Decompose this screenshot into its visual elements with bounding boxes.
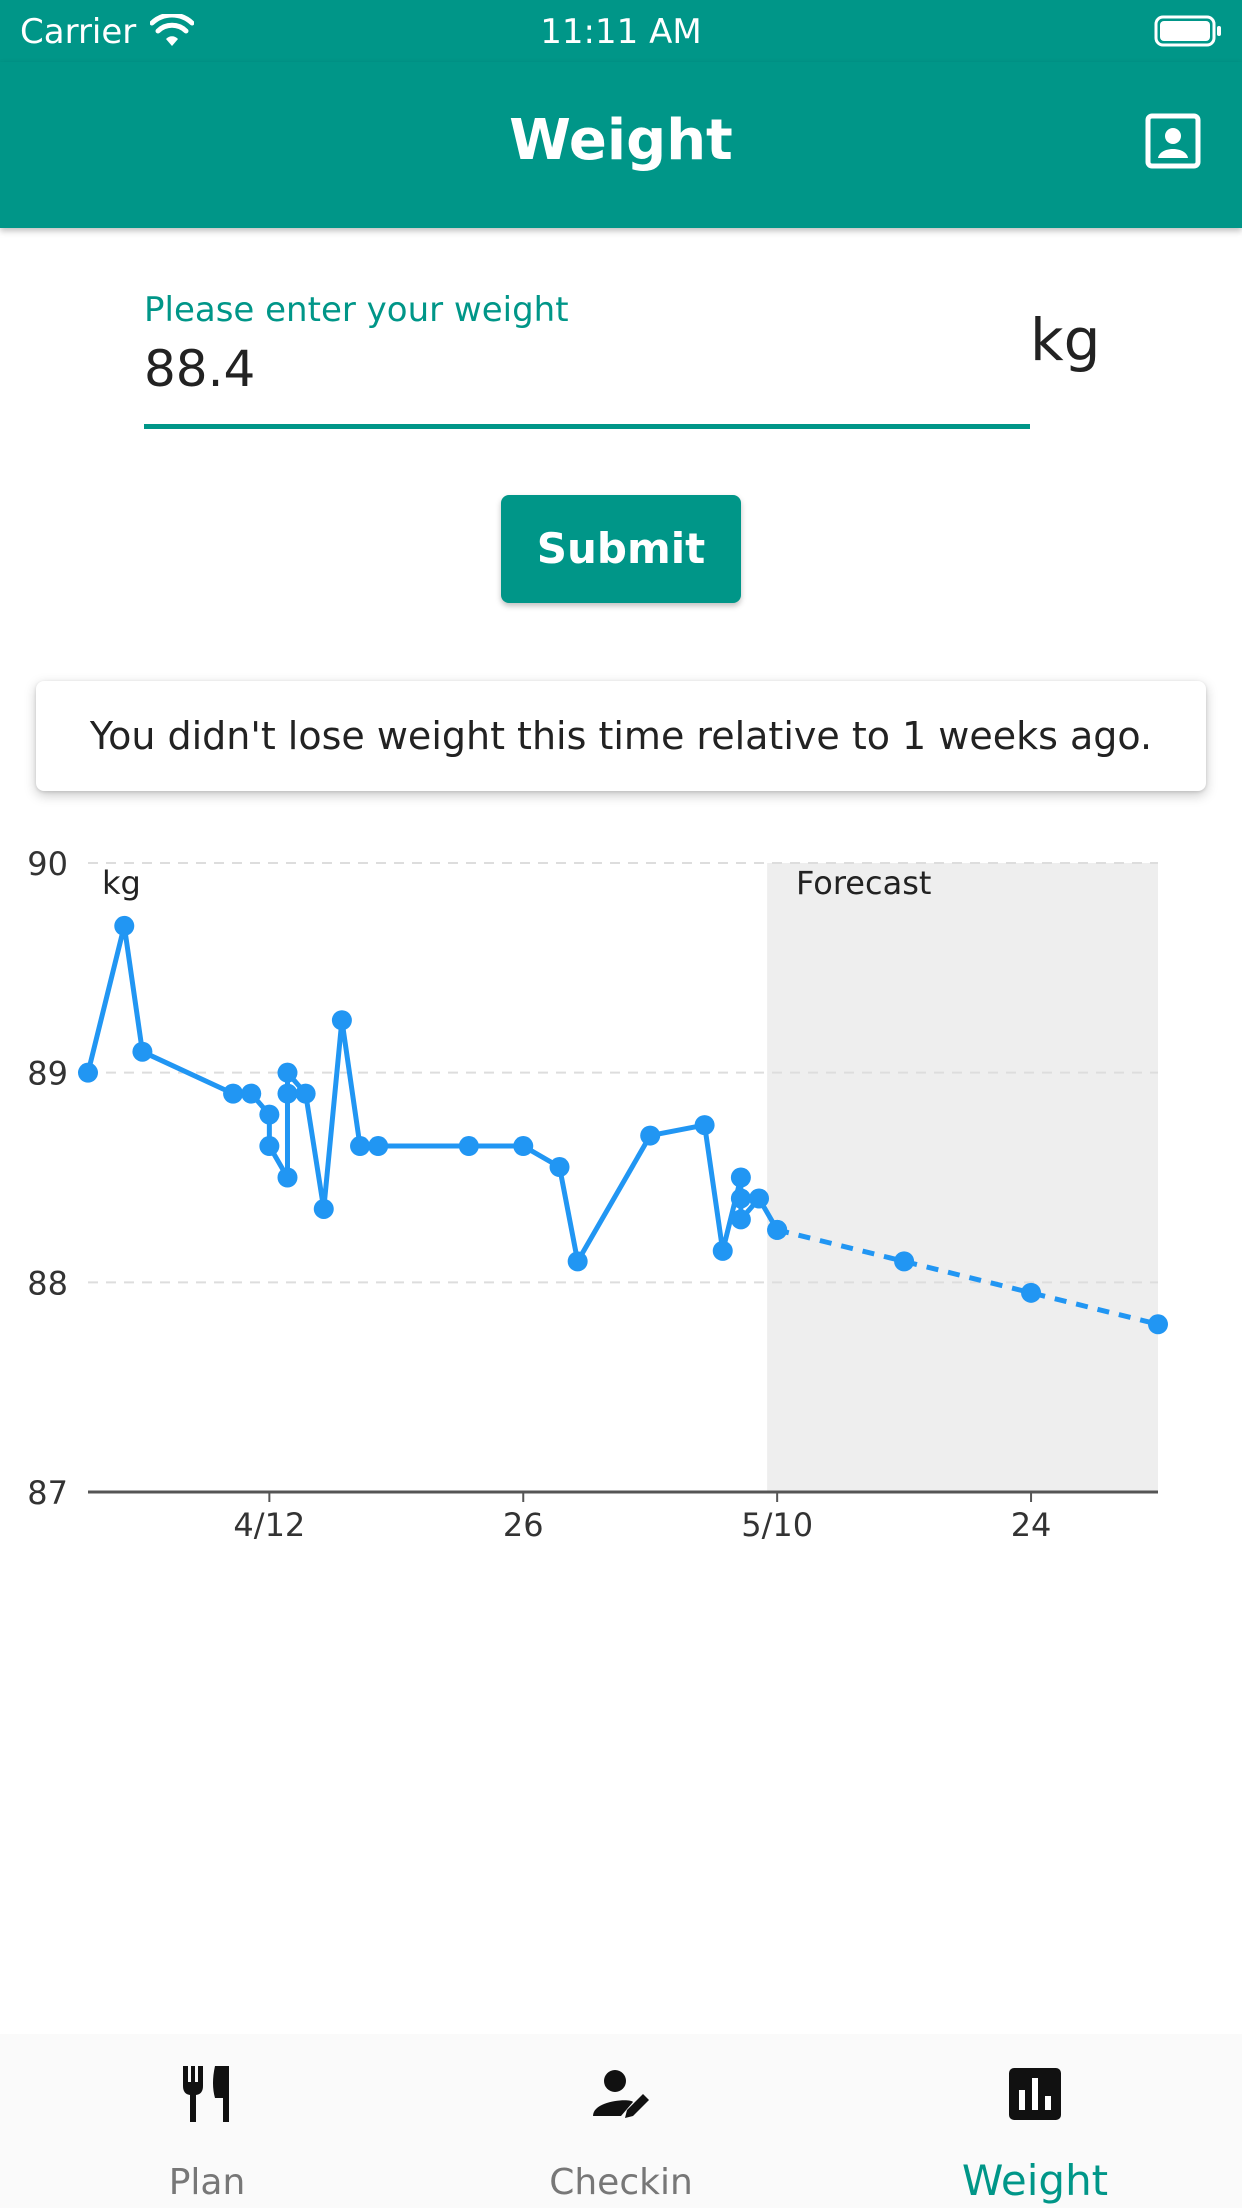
weight-unit-label: kg — [1030, 306, 1101, 374]
weight-point — [223, 1083, 244, 1104]
forecast-point — [1148, 1314, 1168, 1335]
weight-point — [259, 1136, 280, 1157]
weight-point — [567, 1251, 588, 1272]
weight-field-label: Please enter your weight — [144, 290, 569, 330]
weight-point — [295, 1083, 316, 1104]
restaurant-icon — [183, 2066, 229, 2122]
weight-point — [730, 1209, 751, 1230]
weight-point — [694, 1115, 715, 1136]
nav-label-checkin: Checkin — [549, 2162, 693, 2203]
weight-point — [331, 1010, 352, 1031]
nav-item-weight[interactable]: Weight — [828, 2034, 1242, 2208]
person-edit-icon — [593, 2070, 649, 2118]
weight-point — [313, 1198, 334, 1219]
app-bar: Weight — [0, 62, 1242, 228]
status-bar: Carrier 11:11 AM — [0, 0, 1242, 62]
x-axis-ticks: 4/12 26 5/10 24 — [233, 1492, 1051, 1544]
weight-line — [85, 923, 780, 1264]
forecast-label: Forecast — [796, 864, 931, 902]
weight-point — [241, 1083, 262, 1104]
submit-button[interactable]: Submit — [501, 495, 741, 603]
profile-icon[interactable] — [1144, 112, 1202, 170]
weight-point — [549, 1157, 570, 1178]
forecast-point — [894, 1251, 915, 1272]
battery-icon — [1154, 15, 1221, 47]
weight-point — [259, 1104, 280, 1125]
weight-input[interactable] — [144, 334, 1024, 404]
weight-point — [730, 1167, 751, 1188]
weight-point — [132, 1041, 153, 1062]
weight-point — [640, 1125, 661, 1146]
weight-point — [749, 1188, 770, 1209]
weight-point — [350, 1136, 371, 1157]
nav-label-weight: Weight — [961, 2156, 1109, 2205]
weight-chart: 90 89 88 87 4/12 26 5/10 24 kg Forecast — [27, 845, 1168, 1544]
y-axis-ticks: 90 89 88 87 — [27, 845, 68, 1512]
nav-item-checkin[interactable]: Checkin — [414, 2034, 828, 2208]
y-tick-label: 88 — [27, 1264, 68, 1302]
nav-item-plan[interactable]: Plan — [0, 2034, 414, 2208]
weight-point — [277, 1062, 298, 1083]
clock: 11:11 AM — [540, 12, 702, 52]
forecast-band — [767, 863, 1158, 1492]
weight-point — [712, 1240, 733, 1261]
weight-point — [277, 1083, 298, 1104]
weight-point — [277, 1167, 298, 1188]
x-tick-label: 4/12 — [233, 1506, 305, 1544]
y-tick-label: 87 — [27, 1474, 68, 1512]
weight-point — [730, 1188, 751, 1209]
x-tick-label: 24 — [1011, 1506, 1052, 1544]
weight-point — [114, 915, 135, 936]
bar-chart-icon — [1009, 2068, 1061, 2120]
y-tick-label: 90 — [27, 845, 68, 883]
x-tick-label: 26 — [503, 1506, 544, 1544]
weight-point — [458, 1136, 479, 1157]
weight-field[interactable]: Please enter your weight — [144, 282, 1030, 432]
bottom-navigation: Plan Checkin Weight — [0, 2034, 1242, 2208]
weight-point — [78, 1062, 98, 1083]
forecast-point — [1021, 1282, 1042, 1303]
weight-input-underline — [144, 424, 1030, 429]
weight-status-message: You didn't lose weight this time relativ… — [36, 681, 1206, 791]
y-axis-unit-label: kg — [102, 864, 141, 902]
weight-point — [513, 1136, 534, 1157]
weight-point — [368, 1136, 389, 1157]
page-title: Weight — [509, 108, 733, 173]
forecast-point — [767, 1219, 788, 1240]
x-tick-label: 5/10 — [741, 1506, 813, 1544]
nav-label-plan: Plan — [168, 2162, 246, 2203]
y-tick-label: 89 — [27, 1055, 68, 1093]
